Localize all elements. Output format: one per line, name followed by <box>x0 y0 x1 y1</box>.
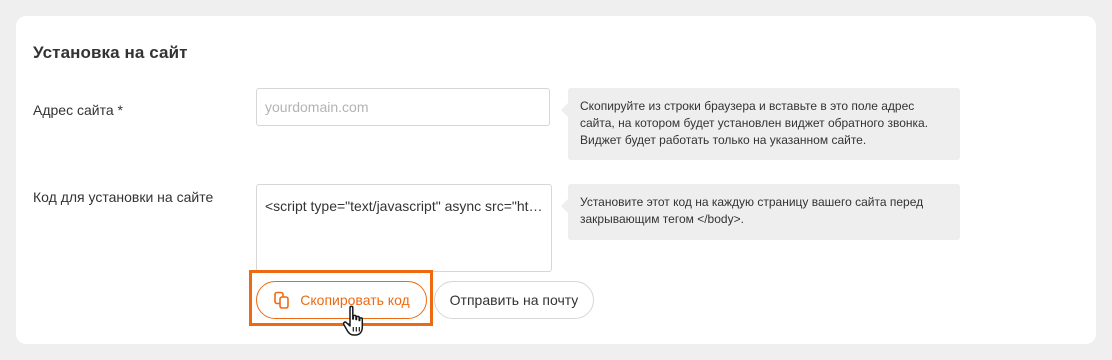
hand-cursor-icon <box>341 304 369 338</box>
send-to-email-label: Отправить на почту <box>449 292 579 308</box>
section-title: Установка на сайт <box>33 43 188 62</box>
send-to-email-button[interactable]: Отправить на почту <box>434 281 594 319</box>
install-card: Установка на сайт Адрес сайта * Скопируй… <box>16 16 1096 344</box>
install-code-field[interactable]: <script type="text/javascript" async src… <box>256 184 552 272</box>
install-code-label: Код для установки на сайте <box>33 189 214 205</box>
install-code-hint: Установите этот код на каждую страницу в… <box>561 184 960 240</box>
copy-icon <box>273 291 291 309</box>
site-address-hint: Скопируйте из строки браузера и вставьте… <box>561 88 960 160</box>
site-address-label: Адрес сайта * <box>33 102 123 118</box>
site-address-input[interactable] <box>256 88 550 126</box>
